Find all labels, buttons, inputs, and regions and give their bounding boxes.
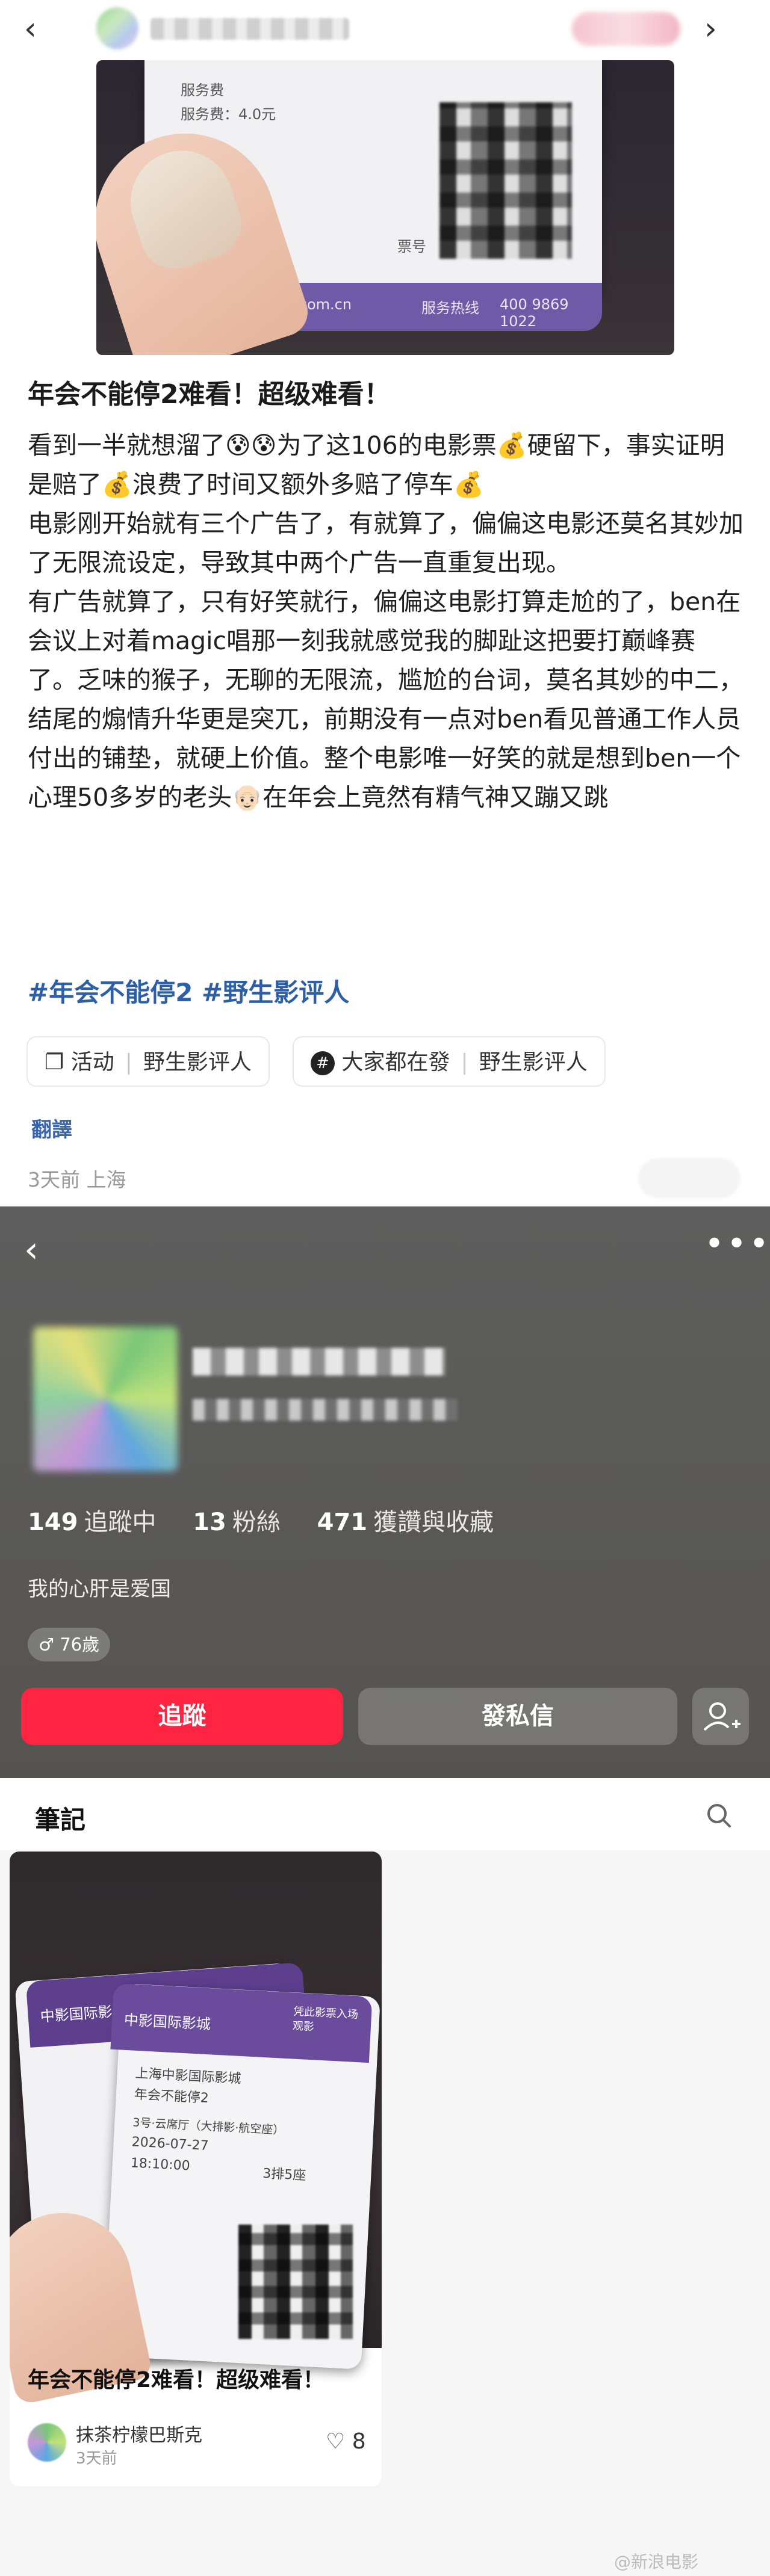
activity-chip[interactable]: ❐ 活动 | 野生影评人: [26, 1036, 270, 1087]
note-card[interactable]: 中影国际影城 上海中影国际影城 年会不能停2 3号·云席厅（大排影·航空座） 2…: [10, 1852, 382, 2486]
like-count: 8: [352, 2429, 366, 2454]
post-hashtags[interactable]: #年会不能停2 #野生影评人: [28, 975, 738, 1011]
activity-icon: ❐: [45, 1050, 64, 1075]
author-name-blurred[interactable]: [151, 18, 349, 40]
post-section: ‹ › 服务费 服务费：4.0元 票号 www.cfc.com.cn 服务热线 …: [0, 0, 770, 1206]
qr-code-blurred: [439, 102, 572, 259]
ticket-seat: 3排5座: [262, 2166, 306, 2184]
add-user-icon: [703, 1702, 741, 1731]
more-icon[interactable]: •••: [704, 1225, 770, 1264]
post-date-location: 3天前 上海: [28, 1168, 126, 1191]
notes-section: 筆記 中影国际影城 上海中影国际影城 年会不能停2 3号·云席厅（大排影·航空座…: [0, 1778, 770, 2576]
ticket-number-label: 票号: [397, 238, 426, 255]
post-paragraph: 有广告就算了，只有好笑就行，偏偏这电影打算走尬的了，ben在会议上对着magic…: [28, 587, 744, 812]
ticket-badge: 凭此影票入场观影: [292, 2005, 359, 2034]
followers-label: 粉絲: [232, 1509, 281, 1536]
post-photo[interactable]: 服务费 服务费：4.0元 票号 www.cfc.com.cn 服务热线 400 …: [96, 60, 674, 355]
trending-chip-name: 野生影评人: [479, 1050, 588, 1075]
ticket-fee-label: 服务费: [181, 82, 224, 99]
activity-chip-name: 野生影评人: [143, 1050, 252, 1075]
ticket-movie: 年会不能停2: [134, 2087, 210, 2106]
author-avatar-blurred[interactable]: [96, 7, 138, 49]
hashtag-icon: #: [311, 1051, 335, 1075]
translate-link[interactable]: 翻譯: [31, 1113, 72, 1143]
follow-button[interactable]: 追蹤: [21, 1688, 343, 1745]
age-badge: ♂ 76歲: [28, 1628, 111, 1661]
trending-chip-type: 大家都在發: [341, 1050, 450, 1075]
ticket-cinema: 上海中影国际影城: [135, 2066, 242, 2087]
post-paragraph: 电影刚开始就有三个广告了，有就算了，偏偏这电影还莫名其妙加了无限流设定，导致其中…: [28, 509, 744, 577]
share-icon[interactable]: ›: [704, 11, 741, 47]
followers-count: 13: [193, 1509, 226, 1536]
top-bar: ‹ ›: [0, 0, 770, 60]
profile-name-blurred: [193, 1348, 446, 1376]
ticket-hotline-label: 服务热线: [421, 300, 479, 317]
ticket-header-band: 中影国际影城 凭此影票入场观影: [110, 1983, 373, 2063]
post-title: 年会不能停2难看！超级难看！: [28, 379, 391, 410]
search-icon[interactable]: [706, 1802, 732, 1829]
likes-label: 獲讚與收藏: [373, 1509, 494, 1536]
profile-bio: 我的心肝是爱国: [28, 1577, 171, 1601]
chip-divider: |: [461, 1050, 468, 1075]
ticket-fee: 服务费：4.0元: [181, 106, 276, 123]
profile-id-blurred: [193, 1399, 458, 1421]
following-stat[interactable]: 149 追蹤中: [28, 1509, 185, 1536]
trending-chip[interactable]: # 大家都在發 | 野生影评人: [293, 1036, 606, 1087]
profile-avatar-blurred[interactable]: [33, 1327, 178, 1471]
ticket-hotline-number: 400 9869 1022: [500, 296, 569, 330]
ticket-brand: 中影国际影城: [123, 2011, 211, 2033]
chip-divider: |: [125, 1050, 132, 1075]
like-button[interactable]: ♡ 8: [326, 2429, 366, 2454]
following-count: 149: [28, 1509, 78, 1536]
ticket-hall: 3号·云席厅（大排影·航空座）: [132, 2116, 285, 2137]
following-label: 追蹤中: [84, 1509, 157, 1536]
avatar[interactable]: [28, 2423, 66, 2462]
follow-button-blurred[interactable]: [572, 12, 680, 46]
back-icon[interactable]: ‹: [24, 1232, 39, 1268]
heart-icon: ♡: [326, 2429, 346, 2454]
ticket-date: 2026-07-27: [131, 2134, 210, 2154]
likes-stat[interactable]: 471 獲讚與收藏: [317, 1509, 523, 1536]
likes-count: 471: [317, 1509, 368, 1536]
note-card-author[interactable]: 抹茶柠檬巴斯克: [76, 2420, 202, 2447]
activity-chip-type: 活动: [70, 1050, 114, 1075]
profile-stats: 149 追蹤中 13 粉絲 471 獲讚與收藏: [28, 1503, 523, 1537]
tab-notes[interactable]: 筆記: [35, 1800, 85, 1836]
note-card-time: 3天前: [76, 2450, 117, 2468]
note-card-title: 年会不能停2难看！超级难看！: [28, 2368, 325, 2392]
add-user-button[interactable]: [692, 1688, 749, 1745]
watermark: @新浪电影: [614, 2552, 699, 2572]
profile-header: ‹ ••• 149 追蹤中 13 粉絲 471 獲讚與收藏 我的心肝是爱国 ♂ 76歲…: [0, 1206, 770, 1778]
message-button[interactable]: 發私信: [358, 1688, 677, 1745]
note-card-photo: 中影国际影城 上海中影国际影城 年会不能停2 3号·云席厅（大排影·航空座） 2…: [10, 1852, 382, 2406]
back-icon[interactable]: ‹: [24, 11, 60, 47]
notes-tabbar: 筆記: [0, 1778, 770, 1850]
comment-button-blurred[interactable]: [638, 1158, 741, 1198]
ticket-time: 18:10:00: [130, 2155, 191, 2174]
qr-code-blurred: [238, 2225, 353, 2339]
post-body: 看到一半就想溜了😰😰为了这106的电影票💰硬留下，事实证明是赔了💰浪费了时间又额…: [28, 426, 744, 817]
post-paragraph: 看到一半就想溜了😰😰为了这106的电影票💰硬留下，事实证明是赔了💰浪费了时间又额…: [28, 431, 725, 499]
followers-stat[interactable]: 13 粉絲: [193, 1509, 309, 1536]
